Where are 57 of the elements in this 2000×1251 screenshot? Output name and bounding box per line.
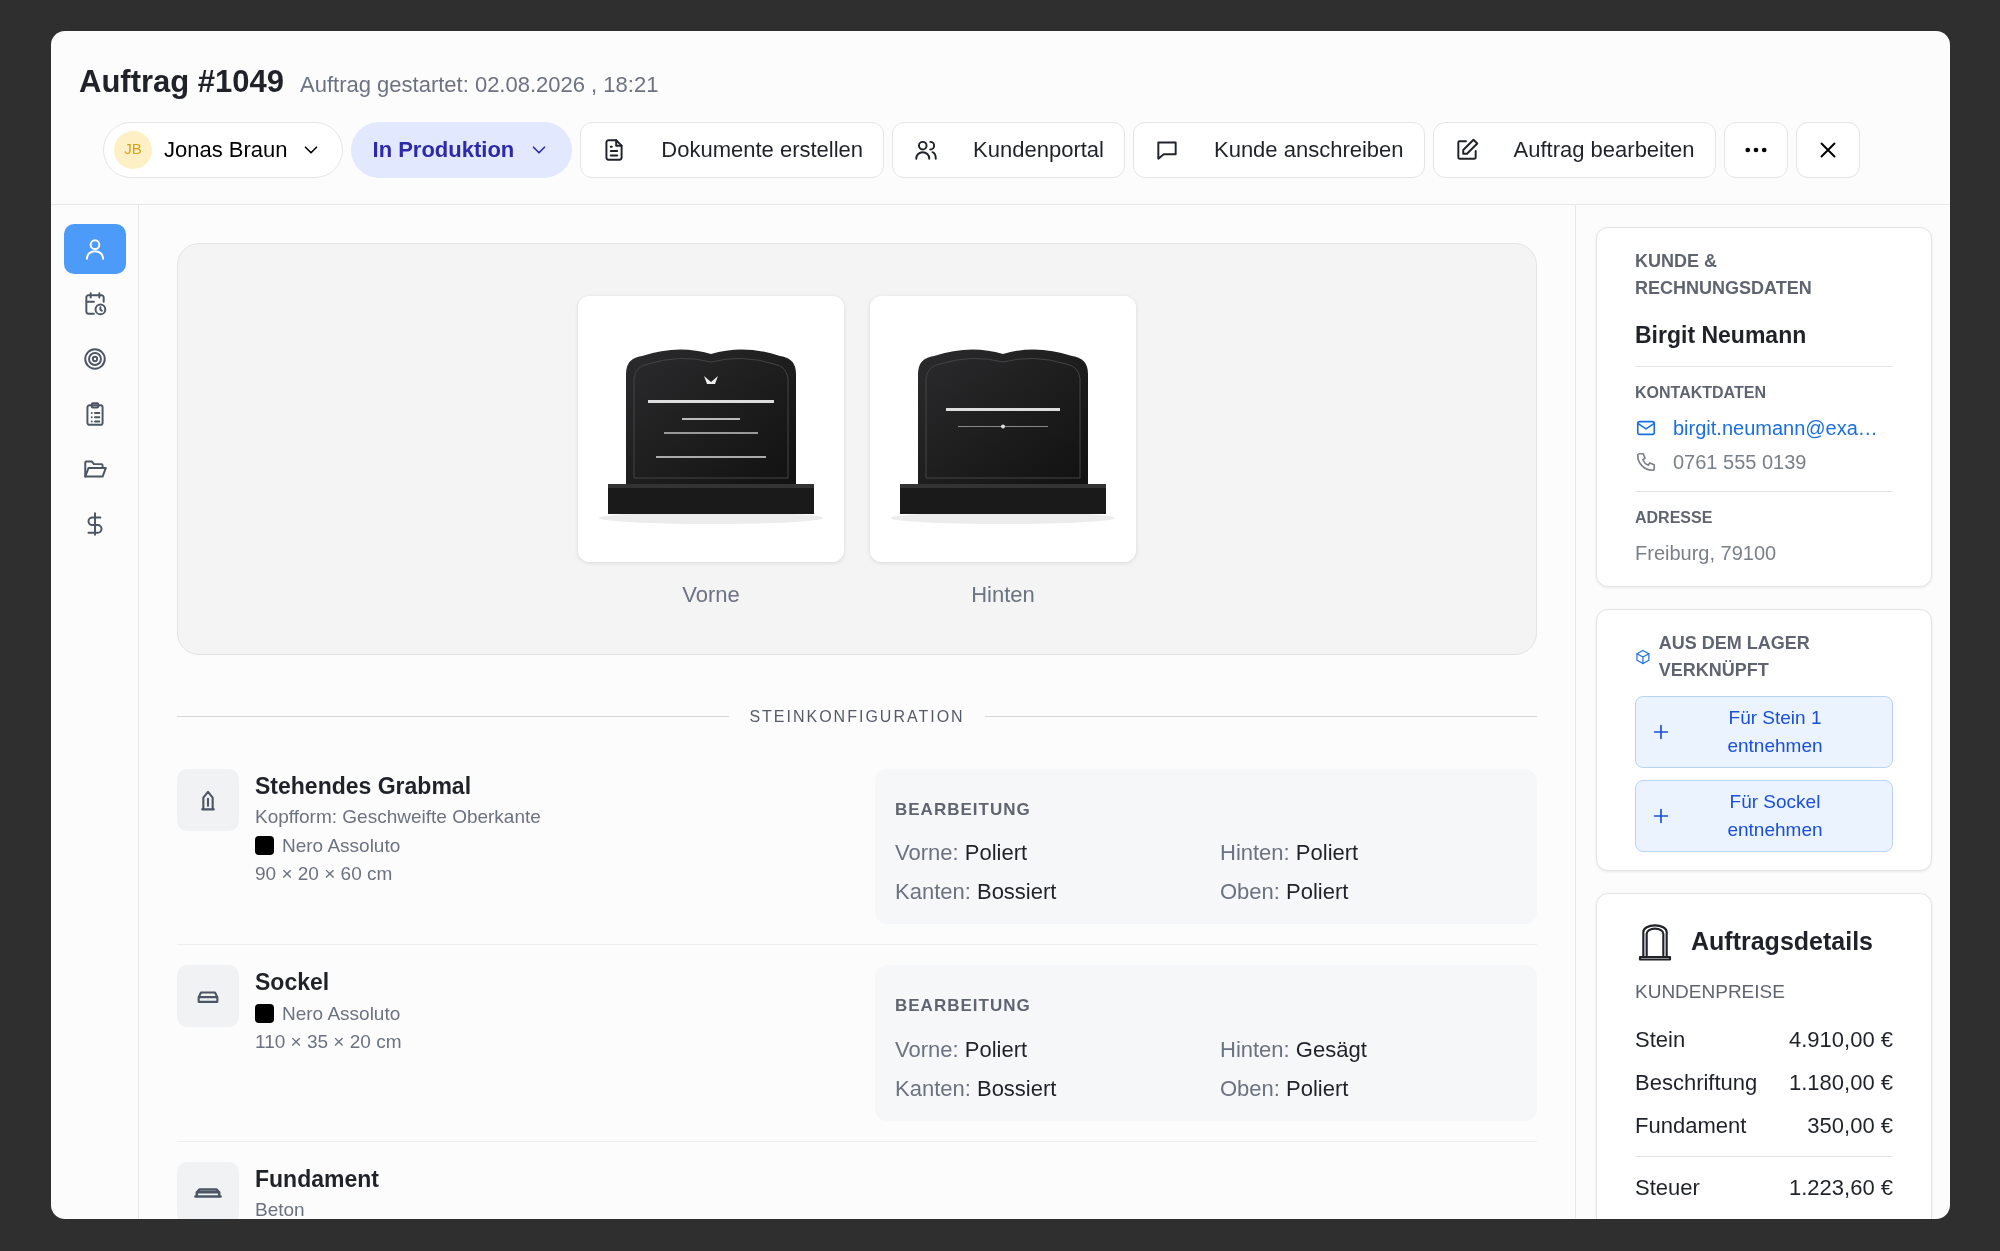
component-detail: Kopfform: Geschweifte Oberkante <box>255 805 542 829</box>
order-started-text: Auftrag gestartet: 02.08.2026 , 18:21 <box>300 71 659 99</box>
price-label: Beschriftung <box>1635 1068 1758 1097</box>
toolbar-button[interactable]: Kundenportal <box>892 121 1125 178</box>
assignee-dropdown[interactable]: JB Jonas Braun <box>103 121 343 178</box>
customer-name: Birgit Neumann <box>1635 320 1808 350</box>
processing-entry: Kanten: Bossiert <box>895 878 1058 906</box>
toolbar-button[interactable]: Dokumente erstellen <box>580 121 885 178</box>
price-amount: 1.180,00 € <box>1789 1068 1893 1097</box>
processing-entry: Oben: Poliert <box>1220 878 1350 906</box>
component-detail: Beton <box>255 1198 306 1219</box>
card-heading: AUS DEM LAGER VERKNÜPFT <box>1658 632 1811 682</box>
card-heading: KONTAKTDATEN <box>1635 383 1767 403</box>
component-name: Stehendes Grabmal <box>255 771 473 801</box>
box-icon <box>1635 648 1651 666</box>
price-amount: 1.223,60 € <box>1789 1173 1893 1202</box>
price-amount: 4.910,00 € <box>1789 1025 1893 1054</box>
card-heading: KUNDE & RECHNUNGSDATEN <box>1635 249 1813 300</box>
component-name: Fundament <box>255 1164 380 1194</box>
material-name: Nero Assoluto <box>282 1001 401 1026</box>
card-heading: ADRESSE <box>1635 508 1714 528</box>
slab-icon <box>194 1187 222 1198</box>
take-from-stock-button[interactable]: Für Sockel entnehmen <box>1635 780 1893 852</box>
component-name: Sockel <box>255 968 331 997</box>
processing-entry: Hinten: Gesägt <box>1220 1035 1368 1064</box>
price-label: Fundament <box>1635 1111 1747 1140</box>
image-caption: Hinten <box>970 580 1036 609</box>
processing-entry: Vorne: Poliert <box>895 839 1029 867</box>
close-button[interactable] <box>1795 121 1860 178</box>
dimensions-text: 90 × 20 × 60 cm <box>255 862 394 886</box>
phone-number: 0761 555 0139 <box>1673 450 1807 475</box>
price-label: Steuer <box>1635 1173 1700 1202</box>
section-heading: STEINKONFIGURATION <box>749 706 965 727</box>
dimensions-text: 110 × 35 × 20 cm <box>255 1030 403 1054</box>
panel-heading: BEARBEITUNG <box>895 798 1032 821</box>
processing-entry: Hinten: Poliert <box>1220 839 1360 867</box>
status-dropdown[interactable]: In Produktion <box>350 121 573 178</box>
target-icon <box>81 345 108 372</box>
toolbar-button[interactable]: Auftrag bearbeiten <box>1432 121 1716 178</box>
dialog-title: Auftrag #1049 <box>79 63 285 101</box>
processing-entry: Oben: Poliert <box>1220 1074 1350 1103</box>
panel-heading: BEARBEITUNG <box>895 995 1032 1017</box>
phone-icon <box>1635 451 1657 473</box>
more-icon <box>1744 146 1767 153</box>
price-amount: 350,00 € <box>1807 1111 1893 1140</box>
card-title: Auftragsdetails <box>1691 926 1873 958</box>
address-text: Freiburg, 79100 <box>1635 541 1778 566</box>
take-from-stock-button[interactable]: Für Stein 1 entnehmen <box>1635 696 1893 768</box>
email-link[interactable]: birgit.neumann@exa… <box>1673 413 1878 443</box>
processing-entry: Kanten: Bossiert <box>895 1074 1058 1103</box>
processing-entry: Vorne: Poliert <box>895 1035 1029 1064</box>
toolbar-button[interactable]: Kunde anschreiben <box>1132 121 1425 178</box>
image-caption: Vorne <box>681 580 741 609</box>
material-name: Nero Assoluto <box>282 833 401 858</box>
card-heading: KUNDENPREISE <box>1635 980 1786 1004</box>
avatar: JB <box>114 130 152 169</box>
price-label: Stein <box>1635 1025 1686 1054</box>
